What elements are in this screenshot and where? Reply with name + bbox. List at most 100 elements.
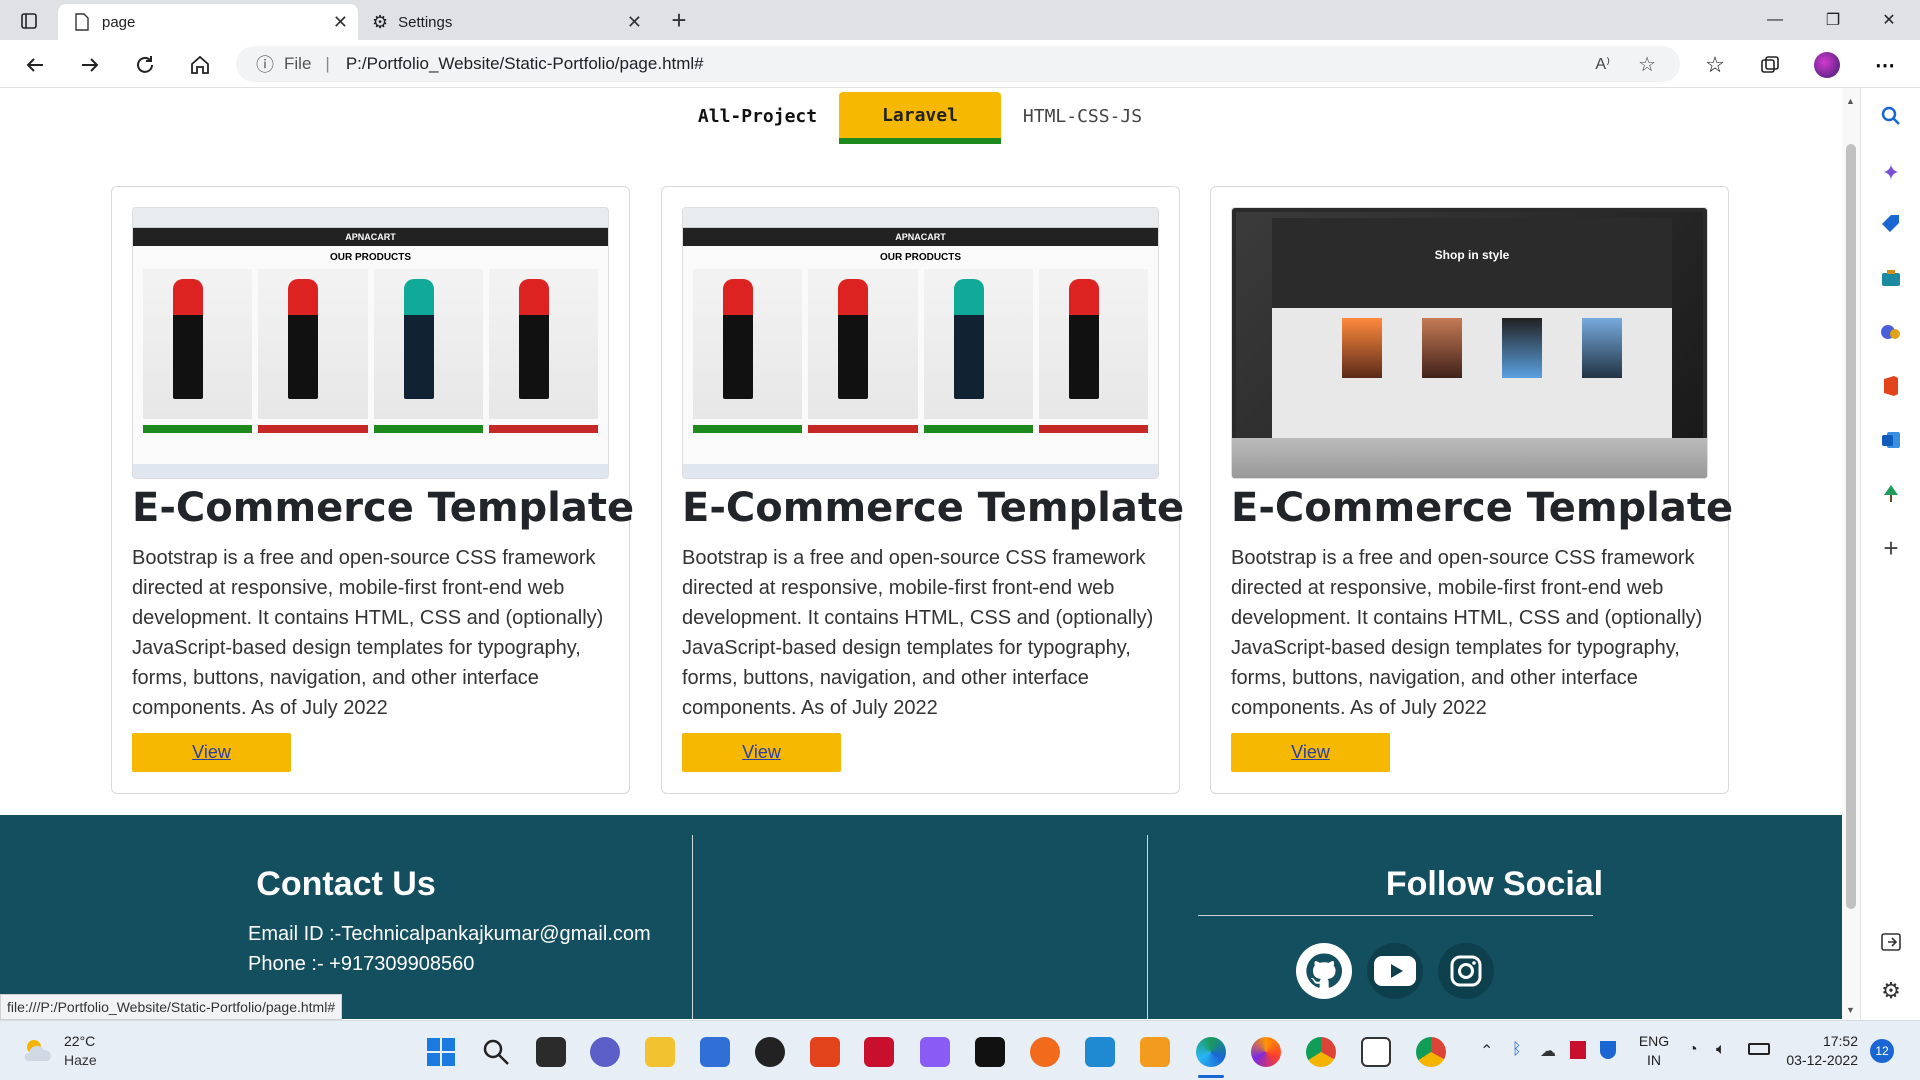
notepad-icon[interactable]: [1361, 1037, 1391, 1067]
file-explorer-icon[interactable]: [645, 1037, 675, 1067]
outlook-icon[interactable]: [1879, 428, 1903, 452]
scrollbar-thumb[interactable]: [1846, 144, 1856, 909]
scroll-down-icon[interactable]: ▼: [1846, 1005, 1855, 1015]
filter-laravel[interactable]: Laravel: [839, 92, 1001, 144]
postman-icon[interactable]: [1030, 1037, 1060, 1067]
project-screenshot: APNACART OUR PRODUCTS: [682, 207, 1159, 479]
clock-time[interactable]: 17:52: [1778, 1033, 1858, 1049]
scroll-up-icon[interactable]: ▲: [1846, 96, 1855, 106]
project-card: APNACART OUR PRODUCTS E-Commerce Templat…: [111, 186, 634, 794]
gear-icon: ⚙: [372, 11, 389, 32]
sparkle-icon[interactable]: ✦: [1879, 160, 1903, 185]
active-app-indicator: [1198, 1075, 1224, 1078]
address-bar[interactable]: ⓘ File | P:/Portfolio_Website/Static-Por…: [236, 46, 1680, 82]
search-icon[interactable]: [481, 1037, 511, 1072]
weather-icon[interactable]: [20, 1035, 56, 1072]
card-description: Bootstrap is a free and open-source CSS …: [132, 547, 604, 719]
collections-icon[interactable]: [1755, 50, 1785, 80]
forward-icon[interactable]: [75, 50, 105, 80]
start-icon[interactable]: [426, 1037, 456, 1067]
tab-page[interactable]: page ✕: [58, 4, 358, 40]
shopping-tag-icon[interactable]: [1879, 212, 1903, 236]
contact-email: Email ID :-Technicalpankajkumar@gmail.co…: [248, 923, 651, 945]
filter-html-css-js[interactable]: HTML-CSS-JS: [1015, 93, 1150, 139]
browser-tab-strip: page ✕ ⚙ Settings ✕ + — ❐ ✕: [0, 0, 1920, 40]
settings-icon[interactable]: ⚙: [1879, 978, 1903, 1003]
close-tab-icon[interactable]: ✕: [333, 12, 348, 33]
favorites-icon[interactable]: ☆: [1700, 50, 1730, 80]
page-scrollbar[interactable]: ▲ ▼: [1842, 88, 1860, 1019]
office-icon[interactable]: [810, 1037, 840, 1067]
mcafee-tray-icon[interactable]: [1570, 1041, 1586, 1059]
footer-divider: [1147, 835, 1148, 1019]
task-view-icon[interactable]: [536, 1037, 566, 1067]
footer: Contact Us Email ID :-Technicalpankajkum…: [0, 815, 1842, 1019]
info-icon[interactable]: ⓘ: [256, 51, 274, 77]
new-tab-icon[interactable]: +: [664, 5, 694, 35]
search-icon[interactable]: [1879, 104, 1903, 128]
home-icon[interactable]: [185, 50, 215, 80]
view-button[interactable]: View: [1231, 733, 1390, 772]
more-menu-icon[interactable]: ⋯: [1870, 50, 1900, 80]
region-label[interactable]: IN: [1638, 1052, 1670, 1068]
notification-badge[interactable]: 12: [1870, 1039, 1894, 1063]
weather-temp: 22°C: [64, 1033, 96, 1049]
intellij-icon[interactable]: [975, 1037, 1005, 1067]
thumb-heading: OUR PRODUCTS: [329, 252, 412, 263]
clock-date[interactable]: 03-12-2022: [1778, 1052, 1858, 1068]
battery-icon[interactable]: [1748, 1043, 1770, 1055]
github-icon[interactable]: [1296, 943, 1352, 999]
volume-icon[interactable]: 🔈︎: [1716, 1041, 1726, 1059]
minimize-icon[interactable]: —: [1752, 6, 1798, 34]
maximize-icon[interactable]: ❐: [1810, 6, 1856, 34]
show-hidden-icon[interactable]: ⌃: [1480, 1041, 1493, 1061]
view-button[interactable]: View: [682, 733, 841, 772]
app-icon[interactable]: [920, 1037, 950, 1067]
tab-settings[interactable]: ⚙ Settings ✕: [362, 4, 652, 40]
hide-sidebar-icon[interactable]: [1879, 930, 1903, 954]
youtube-icon[interactable]: [1367, 943, 1423, 999]
add-favorite-icon[interactable]: ☆: [1638, 52, 1656, 77]
firefox-icon[interactable]: [1251, 1037, 1281, 1067]
view-button[interactable]: View: [132, 733, 291, 772]
project-card: Shop in style E-Commerce Template Bootst…: [1210, 186, 1733, 794]
filter-all-project[interactable]: All-Project: [685, 93, 830, 139]
sublime-icon[interactable]: [1140, 1037, 1170, 1067]
tools-icon[interactable]: [1879, 266, 1903, 290]
chat-icon[interactable]: [590, 1037, 620, 1067]
mcafee-icon[interactable]: [864, 1037, 894, 1067]
chrome-icon[interactable]: [1306, 1037, 1336, 1067]
instagram-icon[interactable]: [1438, 943, 1494, 999]
onedrive-icon[interactable]: ☁: [1540, 1041, 1556, 1061]
dell-icon[interactable]: [755, 1037, 785, 1067]
office-icon[interactable]: [1879, 374, 1903, 398]
edge-icon[interactable]: [1196, 1037, 1226, 1067]
language-label[interactable]: ENG: [1638, 1033, 1670, 1049]
add-icon[interactable]: +: [1879, 535, 1903, 561]
project-card: APNACART OUR PRODUCTS E-Commerce Templat…: [661, 186, 1184, 794]
vscode-icon[interactable]: [1085, 1037, 1115, 1067]
bluetooth-icon[interactable]: ᛒ: [1512, 1041, 1522, 1059]
tree-icon[interactable]: [1879, 482, 1903, 506]
tab-label: page: [102, 13, 136, 31]
document-icon: [75, 13, 89, 31]
close-window-icon[interactable]: ✕: [1866, 6, 1912, 34]
back-icon[interactable]: [20, 50, 50, 80]
close-tab-icon[interactable]: ✕: [627, 12, 642, 33]
tab-actions-icon[interactable]: [14, 6, 44, 36]
status-url-tooltip: file:///P:/Portfolio_Website/Static-Port…: [0, 994, 343, 1020]
profile-avatar[interactable]: [1812, 50, 1842, 80]
contact-phone: Phone :- +917309908560: [248, 953, 475, 975]
wifi-icon[interactable]: ◔: [1688, 1041, 1698, 1059]
refresh-icon[interactable]: [130, 50, 160, 80]
games-icon[interactable]: [1879, 320, 1903, 344]
chrome-profile-icon[interactable]: [1416, 1037, 1446, 1067]
read-aloud-icon[interactable]: A⁾: [1595, 54, 1610, 74]
card-title: E-Commerce Template: [132, 485, 635, 531]
security-icon[interactable]: [1600, 1041, 1616, 1059]
url-text[interactable]: P:/Portfolio_Website/Static-Portfolio/pa…: [346, 54, 704, 74]
store-icon[interactable]: [700, 1037, 730, 1067]
thumb-heading: OUR PRODUCTS: [879, 252, 962, 263]
taskbar: 22°C Haze ⌃ ᛒ ☁ ENG IN ◔ 🔈︎ 17:52 03-12-…: [0, 1020, 1920, 1080]
filter-label: HTML-CSS-JS: [1022, 105, 1143, 127]
